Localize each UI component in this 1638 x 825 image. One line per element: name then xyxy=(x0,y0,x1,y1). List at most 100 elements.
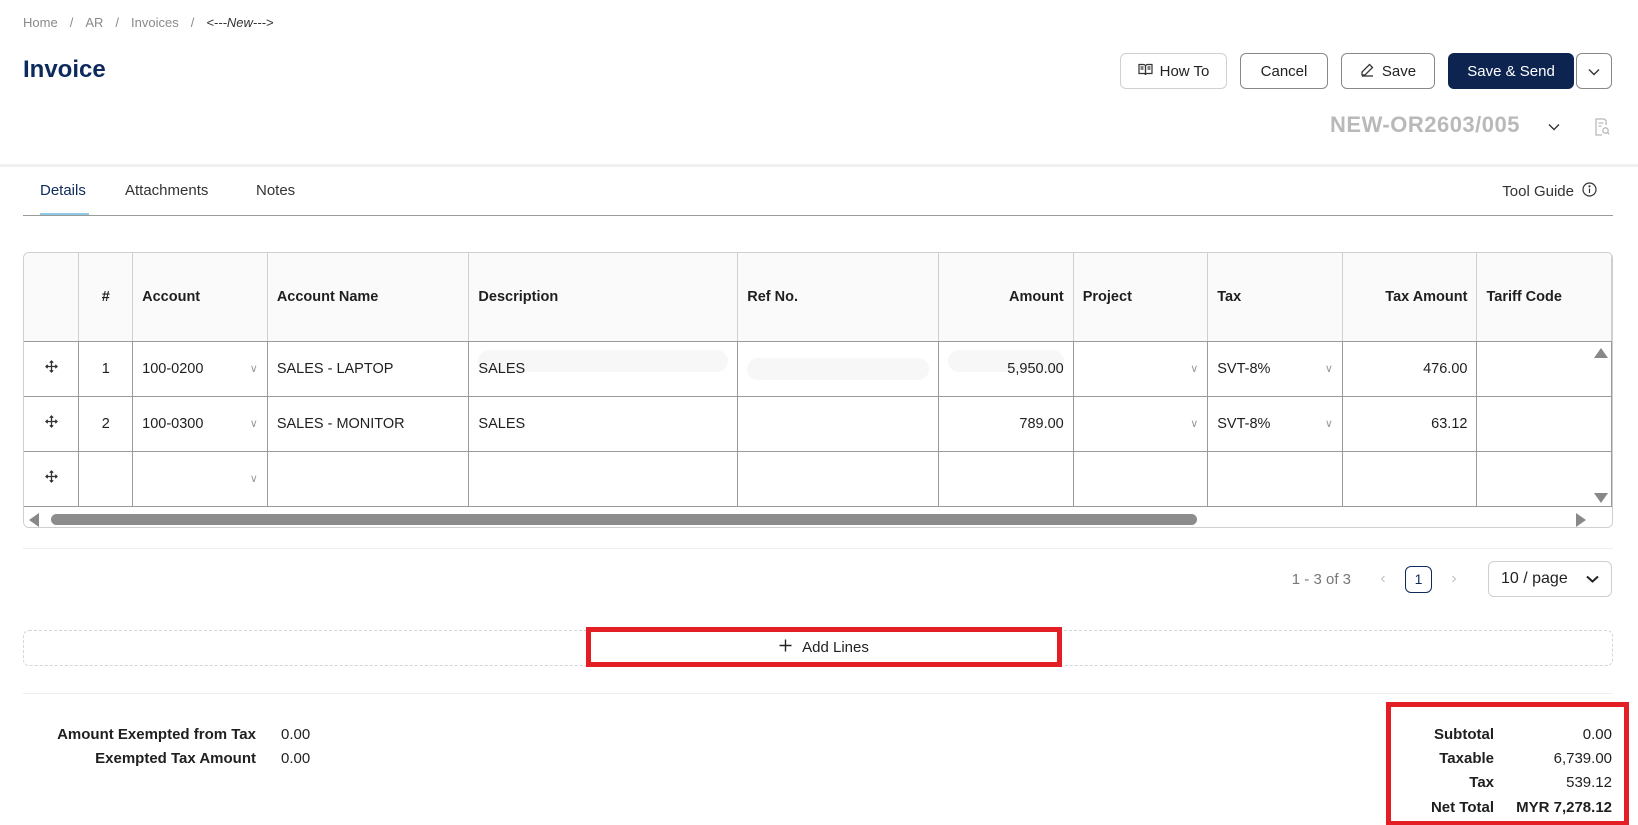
project-select[interactable]: ∨ xyxy=(1073,396,1209,452)
column-header-description[interactable]: Description xyxy=(468,253,739,342)
invoice-lines-grid: # Account Account Name Description Ref N… xyxy=(23,252,1613,528)
table-header-row: # Account Account Name Description Ref N… xyxy=(24,253,1612,342)
save-and-send-button[interactable]: Save & Send xyxy=(1448,53,1574,89)
drag-handle-icon[interactable] xyxy=(24,341,80,397)
amount-input[interactable]: 5,950.00 xyxy=(938,341,1074,397)
page-size-select[interactable]: 10 / page xyxy=(1488,561,1612,597)
project-select[interactable]: ∨ xyxy=(1073,341,1209,397)
tax-value: 539.12 xyxy=(1566,773,1612,791)
chevron-down-icon: ∨ xyxy=(249,363,258,375)
ref-no-input[interactable] xyxy=(737,341,940,397)
row-number xyxy=(78,451,134,507)
add-lines-button[interactable]: Add Lines xyxy=(586,627,1062,667)
pagination-range: 1 - 3 of 3 xyxy=(1291,570,1351,588)
account-select[interactable]: ∨ xyxy=(132,451,268,507)
column-header-tax-amount[interactable]: Tax Amount xyxy=(1342,253,1478,342)
cancel-button[interactable]: Cancel xyxy=(1240,53,1328,89)
project-select[interactable] xyxy=(1073,451,1209,507)
tax-select[interactable] xyxy=(1207,451,1343,507)
column-header-amount[interactable]: Amount xyxy=(938,253,1074,342)
account-name-cell[interactable]: SALES - MONITOR xyxy=(267,396,470,452)
table-row: ∨ xyxy=(24,451,1612,507)
column-header-ref-no[interactable]: Ref No. xyxy=(737,253,940,342)
amount-input[interactable]: 789.00 xyxy=(938,396,1074,452)
tool-guide-link[interactable]: Tool Guide xyxy=(1502,182,1597,201)
grid-divider xyxy=(23,548,1613,549)
horizontal-scrollbar-thumb[interactable] xyxy=(51,514,1197,525)
tax-amount-cell[interactable]: 476.00 xyxy=(1342,341,1478,397)
chevron-down-icon: ∨ xyxy=(1324,418,1333,430)
page-title: Invoice xyxy=(23,56,106,83)
horizontal-scrollbar[interactable] xyxy=(24,509,1612,527)
tax-amount-cell[interactable]: 63.12 xyxy=(1342,396,1478,452)
document-number-chevron-icon[interactable] xyxy=(1548,118,1560,136)
column-header-account-name[interactable]: Account Name xyxy=(267,253,470,342)
next-page-icon[interactable]: › xyxy=(1440,570,1468,588)
breadcrumb-home[interactable]: Home xyxy=(23,15,58,30)
amount-exempted-label: Amount Exempted from Tax xyxy=(57,725,256,743)
column-header-account[interactable]: Account xyxy=(132,253,268,342)
active-tab-indicator xyxy=(40,213,89,215)
breadcrumb-separator: / xyxy=(190,15,195,30)
scroll-down-arrow-icon[interactable] xyxy=(1594,493,1608,503)
tab-attachments[interactable]: Attachments xyxy=(125,182,208,199)
tax-exemption-summary: Amount Exempted from Tax 0.00 Exempted T… xyxy=(23,722,310,770)
ref-no-input[interactable] xyxy=(737,451,940,507)
how-to-button[interactable]: How To xyxy=(1120,53,1227,89)
ref-no-input[interactable] xyxy=(737,396,940,452)
scroll-right-arrow-icon[interactable] xyxy=(1576,513,1586,527)
account-name-cell[interactable] xyxy=(267,451,470,507)
scroll-up-arrow-icon[interactable] xyxy=(1594,348,1608,358)
drag-handle-icon[interactable] xyxy=(24,396,80,452)
tax-label: Tax xyxy=(1469,773,1494,791)
chevron-down-icon: ∨ xyxy=(1190,363,1199,375)
taxable-label: Taxable xyxy=(1439,749,1494,767)
account-name-cell[interactable]: SALES - LAPTOP xyxy=(267,341,470,397)
tariff-code-select[interactable] xyxy=(1476,396,1612,452)
more-actions-dropdown[interactable] xyxy=(1576,53,1612,89)
tab-details[interactable]: Details xyxy=(40,182,86,199)
document-search-icon[interactable] xyxy=(1594,118,1610,141)
page-button[interactable]: 1 xyxy=(1405,565,1432,593)
chevron-down-icon: ∨ xyxy=(1324,363,1333,375)
breadcrumb-separator: / xyxy=(115,15,119,30)
tax-select[interactable]: SVT-8% ∨ xyxy=(1207,396,1343,452)
tab-bar: Details Attachments Notes Tool Guide xyxy=(23,168,1613,216)
breadcrumb-invoices[interactable]: Invoices xyxy=(131,15,179,30)
description-input[interactable] xyxy=(468,451,739,507)
tariff-code-select[interactable] xyxy=(1476,341,1612,397)
previous-page-icon[interactable]: ‹ xyxy=(1369,570,1397,588)
column-header-project[interactable]: Project xyxy=(1073,253,1209,342)
description-input[interactable]: SALES xyxy=(468,341,739,397)
exempted-tax-label: Exempted Tax Amount xyxy=(95,749,256,767)
amount-input[interactable] xyxy=(938,451,1074,507)
page-size-value: 10 / page xyxy=(1501,570,1568,587)
document-number: NEW-OR2603/005 xyxy=(1330,112,1520,137)
table-row: 2 100-0300 ∨ SALES - MONITOR SALES 789.00… xyxy=(24,396,1612,452)
pencil-icon xyxy=(1360,62,1375,81)
tab-notes[interactable]: Notes xyxy=(256,182,295,199)
tax-amount-cell[interactable] xyxy=(1342,451,1478,507)
subtotal-label: Subtotal xyxy=(1434,725,1494,743)
scroll-left-arrow-icon[interactable] xyxy=(29,513,39,527)
description-input[interactable]: SALES xyxy=(468,396,739,452)
drag-handle-icon[interactable] xyxy=(24,451,80,507)
chevron-down-icon xyxy=(1586,570,1599,588)
how-to-label: How To xyxy=(1159,62,1210,80)
account-select[interactable]: 100-0200 ∨ xyxy=(132,341,268,397)
column-header-tax[interactable]: Tax xyxy=(1207,253,1343,342)
exempted-tax-value: 0.00 xyxy=(281,749,311,767)
account-select[interactable]: 100-0300 ∨ xyxy=(132,396,268,452)
column-header-tariff-code[interactable]: Tariff Code xyxy=(1476,253,1612,342)
header-divider xyxy=(0,164,1638,167)
tax-select[interactable]: SVT-8% ∨ xyxy=(1207,341,1343,397)
save-button[interactable]: Save xyxy=(1341,53,1435,89)
breadcrumb-ar[interactable]: AR xyxy=(85,15,103,30)
invoice-totals: Subtotal 0.00 Taxable 6,739.00 Tax 539.1… xyxy=(1374,722,1612,820)
table-row: 1 100-0200 ∨ SALES - LAPTOP SALES 5,950.0… xyxy=(24,341,1612,397)
tax-value: SVT-8% xyxy=(1217,415,1271,432)
tariff-code-select[interactable] xyxy=(1476,451,1612,507)
drag-column-header xyxy=(24,253,80,342)
footer-divider xyxy=(23,693,1613,694)
net-total-value: MYR 7,278.12 xyxy=(1516,798,1612,816)
